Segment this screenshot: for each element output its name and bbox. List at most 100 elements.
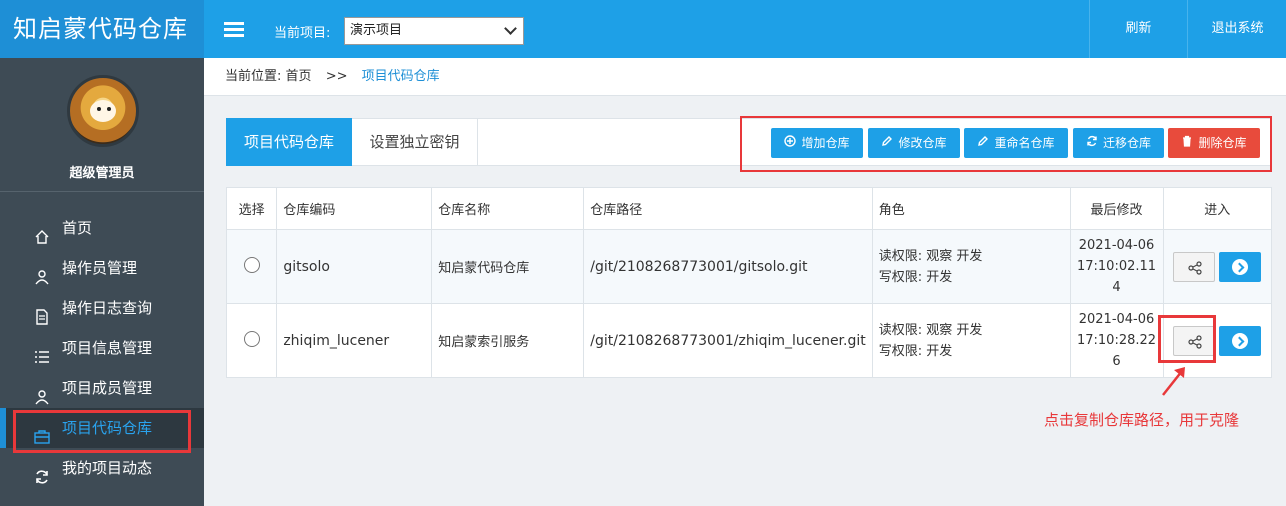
repo-modified: 2021-04-06 17:10:02.11 4	[1069, 229, 1164, 304]
sidebar-item-operators[interactable]: 操作员管理	[0, 248, 204, 288]
tab-set-key[interactable]: 设置独立密钥	[352, 118, 478, 166]
sidebar-item-project-members[interactable]: 项目成员管理	[0, 368, 204, 408]
header-role: 角色	[871, 187, 1071, 230]
select-cell	[225, 303, 278, 378]
write-permission: 写权限: 开发	[878, 269, 953, 285]
sidebar-item-label: 操作日志查询	[62, 299, 153, 317]
annotation-arrow-icon	[1162, 367, 1185, 396]
modified-date: 2021-04-06	[1078, 312, 1155, 327]
trash-icon	[1181, 128, 1193, 158]
avatar[interactable]	[67, 75, 139, 147]
repo-path: /git/2108268773001/gitsolo.git	[583, 229, 873, 304]
header-name: 仓库名称	[431, 187, 585, 230]
arrow-right-circle-icon	[1232, 332, 1249, 349]
repo-path: /git/2108268773001/zhiqim_lucener.git	[583, 303, 873, 378]
refresh-button[interactable]: 刷新	[1089, 0, 1187, 58]
refresh-icon	[1086, 128, 1098, 158]
header-path: 仓库路径	[583, 187, 873, 230]
document-icon	[34, 300, 50, 325]
rename-repo-button[interactable]: 重命名仓库	[964, 128, 1068, 158]
read-permission: 读权限: 观察 开发	[878, 248, 983, 264]
repo-code: gitsolo	[276, 229, 433, 304]
repo-code: zhiqim_lucener	[276, 303, 433, 378]
select-cell	[225, 229, 278, 304]
user-icon	[34, 380, 50, 405]
edit-repo-button[interactable]: 修改仓库	[868, 128, 960, 158]
table-header-row: 选择 仓库编码 仓库名称 仓库路径 角色 最后修改 进入	[225, 187, 1272, 230]
header-enter: 进入	[1162, 187, 1272, 230]
sidebar-item-project-info[interactable]: 项目信息管理	[0, 328, 204, 368]
add-repo-label: 增加仓库	[801, 136, 850, 150]
sidebar-item-label: 项目信息管理	[62, 339, 153, 357]
delete-repo-button[interactable]: 删除仓库	[1168, 128, 1260, 158]
share-icon	[1188, 260, 1202, 275]
arrow-right-circle-icon	[1232, 258, 1249, 275]
delete-repo-label: 删除仓库	[1198, 136, 1247, 150]
modified-date: 2021-04-06	[1078, 238, 1155, 253]
home-icon	[34, 220, 50, 244]
modified-time: 17:10:02.11	[1076, 259, 1157, 274]
enter-repo-button[interactable]	[1219, 251, 1262, 282]
breadcrumb-current: 项目代码仓库	[361, 69, 440, 84]
repo-role: 读权限: 观察 开发 写权限: 开发	[871, 303, 1071, 378]
read-permission: 读权限: 观察 开发	[878, 322, 983, 338]
profile-section: 超级管理员	[0, 58, 204, 192]
project-select[interactable]: 演示项目	[344, 17, 524, 45]
menu-toggle-icon[interactable]	[224, 22, 244, 37]
repo-name: 知启蒙索引服务	[431, 303, 585, 378]
select-radio[interactable]	[243, 330, 260, 347]
sidebar-item-home[interactable]: 首页	[0, 208, 204, 248]
migrate-repo-button[interactable]: 迁移仓库	[1073, 128, 1164, 158]
edit-repo-label: 修改仓库	[898, 136, 947, 150]
topbar: 当前项目: 演示项目 刷新 退出系统	[204, 0, 1286, 58]
select-radio[interactable]	[243, 256, 260, 273]
breadcrumb-prefix: 当前位置:	[225, 69, 282, 84]
migrate-repo-label: 迁移仓库	[1102, 136, 1151, 150]
header-modified: 最后修改	[1069, 187, 1164, 230]
breadcrumb-separator: >>	[325, 69, 348, 84]
user-icon	[34, 260, 50, 285]
copy-path-button[interactable]	[1173, 325, 1216, 356]
breadcrumb: 当前位置: 首页 >> 项目代码仓库	[204, 58, 1286, 96]
share-icon	[1188, 334, 1202, 349]
sidebar-item-label: 项目成员管理	[62, 379, 153, 397]
tab-code-repos[interactable]: 项目代码仓库	[226, 118, 352, 166]
sidebar-item-label: 操作员管理	[62, 259, 138, 277]
sidebar-item-code-repos[interactable]: 项目代码仓库	[0, 408, 204, 448]
enter-cell	[1162, 229, 1272, 304]
user-name: 超级管理员	[69, 166, 135, 181]
sidebar-item-label: 首页	[62, 219, 93, 237]
table-row: zhiqim_lucener 知启蒙索引服务 /git/210826877300…	[225, 303, 1272, 378]
pencil-icon	[977, 128, 989, 158]
pencil-icon	[881, 128, 893, 158]
sidebar-item-label: 我的项目动态	[62, 459, 153, 477]
sidebar-item-label: 项目代码仓库	[62, 419, 153, 437]
project-label: 当前项目:	[274, 26, 331, 41]
chevron-down-icon	[504, 22, 517, 35]
sidebar: 知启蒙代码仓库 超级管理员 首页 操作员管理 操作日志查询 项目信息管理 项目成…	[0, 0, 204, 506]
logout-button[interactable]: 退出系统	[1187, 0, 1286, 58]
project-select-value: 演示项目	[350, 23, 403, 38]
breadcrumb-home[interactable]: 首页	[286, 69, 312, 84]
write-permission: 写权限: 开发	[878, 343, 953, 359]
enter-repo-button[interactable]	[1219, 325, 1262, 356]
copy-path-button[interactable]	[1173, 251, 1216, 282]
sidebar-item-logs[interactable]: 操作日志查询	[0, 288, 204, 328]
app-title: 知启蒙代码仓库	[0, 0, 204, 58]
repo-name: 知启蒙代码仓库	[431, 229, 585, 304]
briefcase-icon	[34, 420, 50, 444]
header-select: 选择	[225, 187, 278, 230]
table-row: gitsolo 知启蒙代码仓库 /git/2108268773001/gitso…	[225, 229, 1272, 304]
add-repo-button[interactable]: 增加仓库	[771, 128, 863, 158]
modified-time: 17:10:28.22	[1076, 333, 1157, 348]
repo-role: 读权限: 观察 开发 写权限: 开发	[871, 229, 1071, 304]
modified-time-rest: 6	[1112, 354, 1121, 369]
modified-time-rest: 4	[1112, 280, 1121, 295]
sidebar-item-my-activity[interactable]: 我的项目动态	[0, 448, 204, 488]
repo-table: 选择 仓库编码 仓库名称 仓库路径 角色 最后修改 进入 gitsolo 知启蒙…	[225, 187, 1272, 378]
annotation-note: 点击复制仓库路径，用于克隆	[1044, 411, 1240, 429]
refresh-icon	[34, 460, 50, 484]
list-icon	[34, 340, 50, 363]
rename-repo-label: 重命名仓库	[994, 136, 1055, 150]
sidebar-menu: 首页 操作员管理 操作日志查询 项目信息管理 项目成员管理 项目代码仓库 我的项…	[0, 208, 204, 488]
